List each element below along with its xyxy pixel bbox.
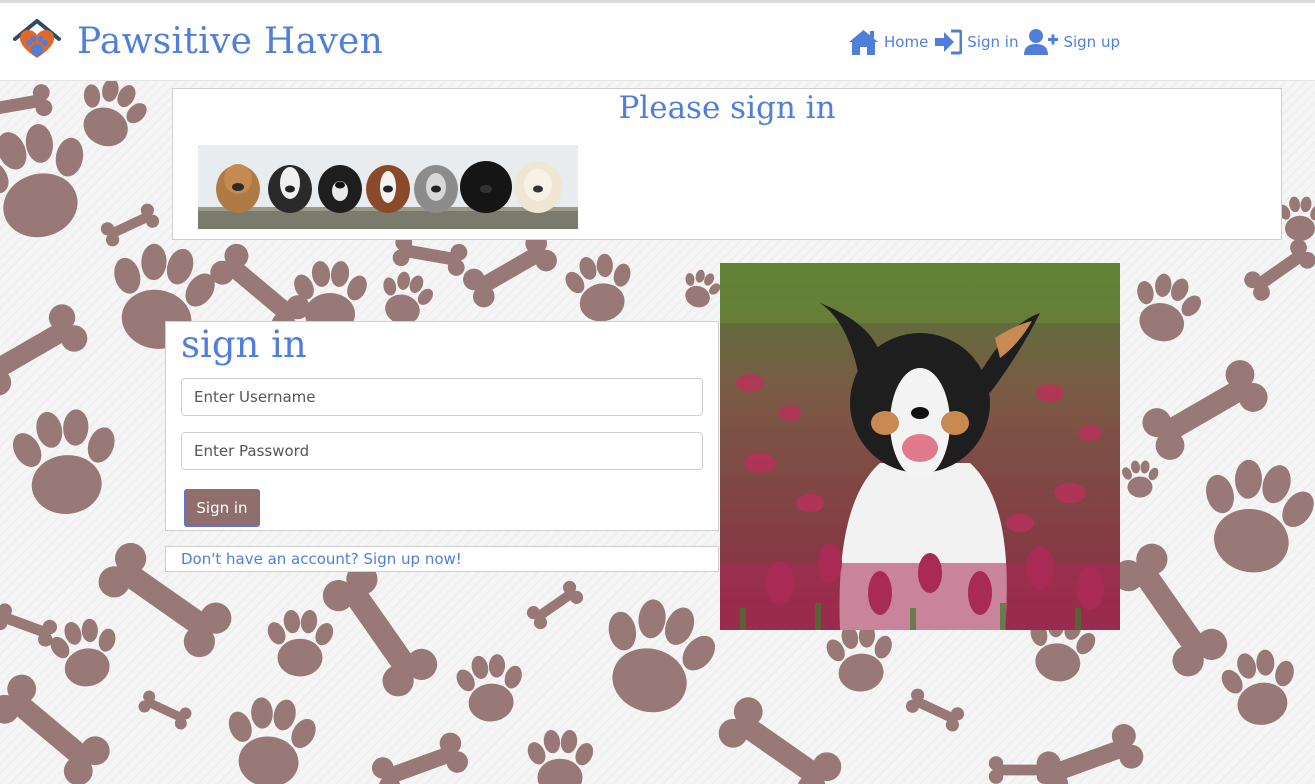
sign-in-icon [935,29,963,55]
nav-home-label: Home [884,33,929,51]
running-dog-photo [720,263,1120,630]
brand-name: Pawsitive Haven [77,20,384,62]
nav-signup-link[interactable]: Sign up [1024,28,1120,56]
user-plus-icon [1024,29,1059,55]
nav-signin-label: Sign in [967,33,1019,51]
signin-form-card: sign in Sign in [165,321,719,531]
nav-home-link[interactable]: Home [848,28,928,56]
brand[interactable]: Pawsitive Haven [12,17,383,65]
home-icon [849,30,878,55]
nav-signup-label: Sign up [1063,33,1120,51]
nav-signin-link[interactable]: Sign in [934,29,1018,55]
dogs-banner-image [198,145,578,229]
page-title: Please sign in [618,90,836,126]
signin-heading: sign in [181,323,307,366]
signup-card: Don't have an account? Sign up now! [165,546,719,572]
signin-button[interactable]: Sign in [184,489,260,527]
header-card: Please sign in [172,88,1282,240]
password-input[interactable] [181,432,703,470]
signup-link[interactable]: Don't have an account? Sign up now! [181,550,462,568]
top-navbar: Pawsitive Haven Home Sign in Sign up [0,0,1315,81]
house-paw-logo-icon [13,19,61,58]
nav-links: Home Sign in Sign up [848,28,1120,56]
username-input[interactable] [181,378,703,416]
